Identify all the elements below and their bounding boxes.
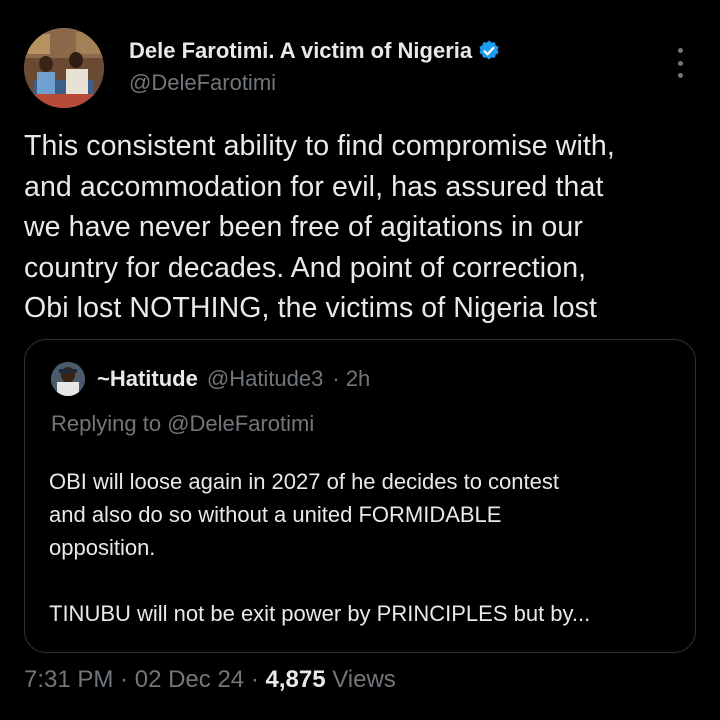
tweet-meta: 7:31 PM · 02 Dec 24 · 4,875 Views bbox=[24, 666, 396, 694]
tweet-time[interactable]: 7:31 PM bbox=[24, 666, 113, 693]
meta-separator: · bbox=[250, 666, 259, 693]
tweet-header: Dele Farotimi. A victim of Nigeria @Dele… bbox=[24, 28, 696, 110]
tweet-text-line: country for decades. And point of correc… bbox=[24, 251, 587, 284]
tweet-text-line: we have never been free of agitations in… bbox=[24, 211, 583, 243]
quoted-author-avatar[interactable] bbox=[51, 362, 85, 396]
quoted-text-line: TINUBU will not be exit power by PRINCIP… bbox=[49, 601, 591, 626]
tweet-text-line: Obi lost NOTHING, the victims of Nigeria… bbox=[24, 292, 598, 324]
replying-to: Replying to @DeleFarotimi bbox=[51, 411, 315, 436]
quoted-author-name[interactable]: ~Hatitude bbox=[97, 366, 198, 392]
verified-badge-icon bbox=[479, 40, 499, 60]
tweet-detail: Dele Farotimi. A victim of Nigeria @Dele… bbox=[0, 0, 720, 720]
quoted-tweet-time: · 2h bbox=[332, 366, 371, 391]
tweet-text-line: This consistent ability to find compromi… bbox=[24, 130, 615, 162]
tweet-text-line: and accommodation for evil, has assured … bbox=[24, 170, 604, 203]
tweet-date[interactable]: 02 Dec 24 bbox=[135, 666, 244, 693]
views-label: Views bbox=[332, 666, 396, 693]
tweet-text: This consistent ability to find compromi… bbox=[24, 126, 709, 329]
author-avatar[interactable] bbox=[24, 28, 104, 108]
quoted-tweet-text: OBI will loose again in 2027 of he decid… bbox=[49, 465, 679, 630]
quoted-text-line: OBI will loose again in 2027 of he decid… bbox=[49, 469, 559, 494]
meta-separator: · bbox=[120, 666, 129, 693]
quoted-author-handle[interactable]: @Hatitude3 bbox=[207, 366, 324, 392]
more-options-icon[interactable] bbox=[670, 48, 690, 78]
views-count[interactable]: 4,875 bbox=[265, 666, 325, 693]
quoted-tweet[interactable]: ~Hatitude @Hatitude3 · 2h Replying to @D… bbox=[24, 339, 696, 653]
quoted-text-line: and also do so without a united FORMIDAB… bbox=[49, 502, 502, 527]
author-display-name[interactable]: Dele Farotimi. A victim of Nigeria bbox=[129, 38, 472, 64]
quoted-tweet-header: ~Hatitude @Hatitude3 · 2h bbox=[51, 362, 370, 396]
author-handle[interactable]: @DeleFarotimi bbox=[129, 70, 276, 96]
author-name-row: Dele Farotimi. A victim of Nigeria bbox=[129, 38, 501, 64]
quoted-text-line: opposition. bbox=[49, 535, 156, 560]
